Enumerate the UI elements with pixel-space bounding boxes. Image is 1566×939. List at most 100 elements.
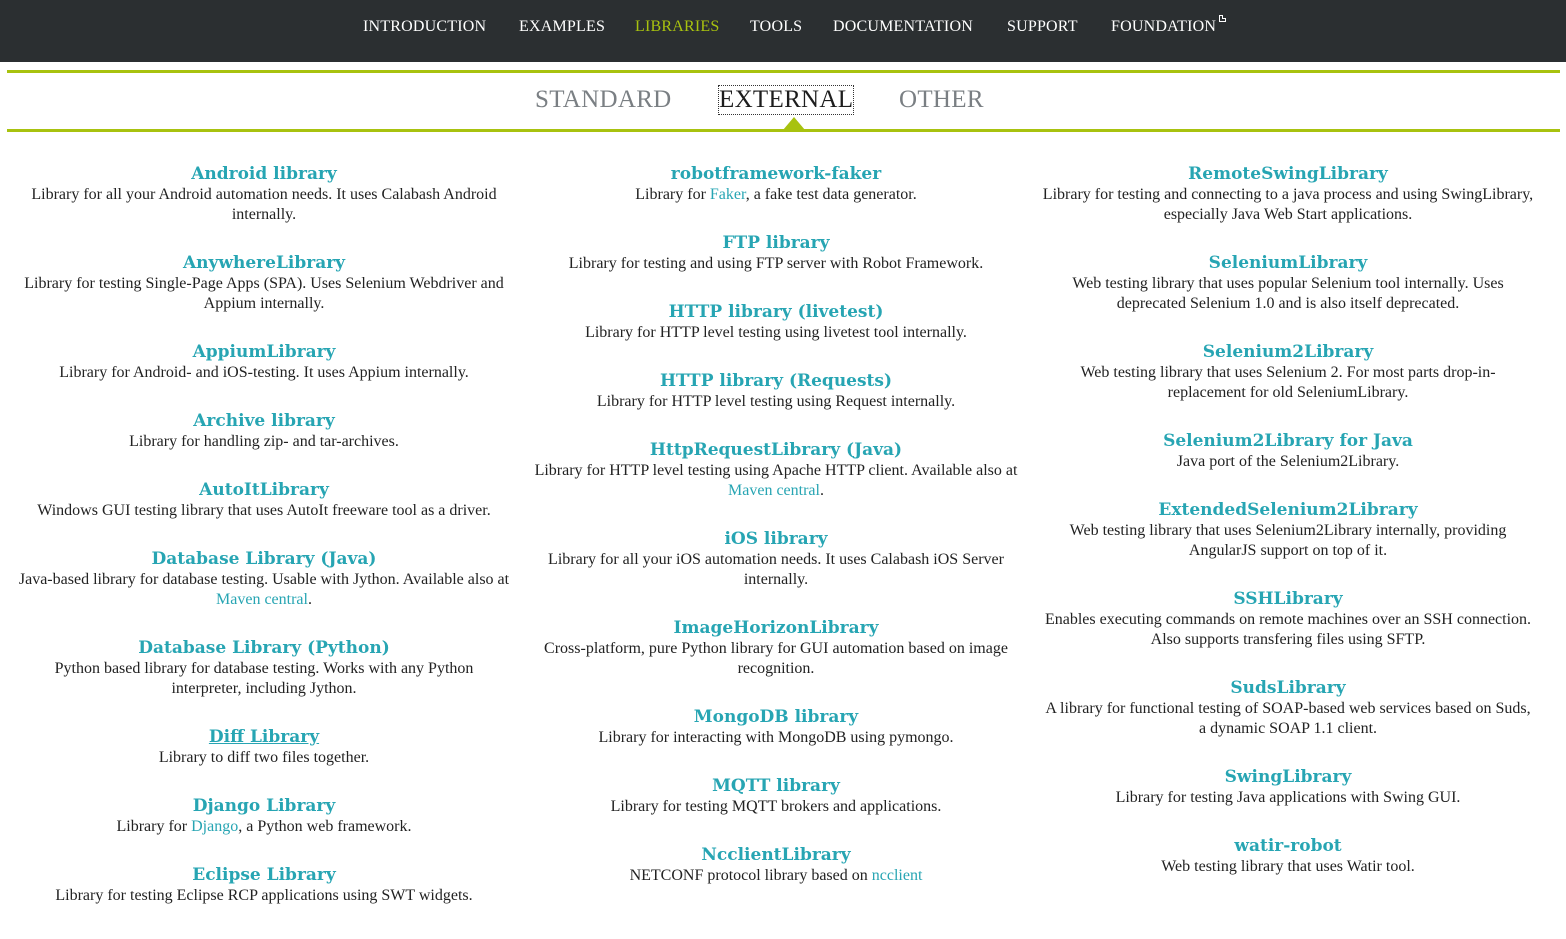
library-description: Java-based library for database testing.… <box>14 570 514 610</box>
library-description: Library for HTTP level testing using Apa… <box>526 461 1026 501</box>
description-text: . <box>307 591 312 608</box>
library-title-link[interactable]: Eclipse Library <box>192 864 336 886</box>
library-item: Selenium2Library Web testing library tha… <box>1038 341 1538 403</box>
library-item: Eclipse Library Library for testing Ecli… <box>14 864 514 906</box>
library-item: watir-robot Web testing library that use… <box>1038 835 1538 877</box>
library-title-link[interactable]: MongoDB library <box>694 706 858 728</box>
library-description: Web testing library that uses Selenium2L… <box>1069 522 1507 559</box>
library-title-link[interactable]: Selenium2Library for Java <box>1163 430 1413 452</box>
description-text: , a fake test data generator. <box>745 186 917 203</box>
description-text: Library for HTTP level testing using Apa… <box>534 462 1018 479</box>
library-title-link[interactable]: Diff Library <box>209 726 319 748</box>
library-description: Library for Faker, a fake test data gene… <box>526 185 1026 205</box>
library-item: RemoteSwingLibrary Library for testing a… <box>1038 163 1538 225</box>
library-title-link[interactable]: HttpRequestLibrary (Java) <box>650 439 902 461</box>
library-title-link[interactable]: Android library <box>191 163 337 185</box>
external-link-icon <box>1219 15 1227 22</box>
nav-foundation-label: FOUNDATION <box>1111 18 1217 35</box>
library-description: Library for Django, a Python web framewo… <box>14 817 514 837</box>
nav-introduction[interactable]: INTRODUCTION <box>363 18 486 36</box>
library-item: Django Library Library for Django, a Pyt… <box>14 795 514 837</box>
library-item: Android library Library for all your And… <box>14 163 514 225</box>
library-title-link[interactable]: MQTT library <box>712 775 840 797</box>
library-description: A library for functional testing of SOAP… <box>1045 700 1531 737</box>
library-description: Web testing library that uses Watir tool… <box>1161 858 1415 875</box>
library-title-link[interactable]: SSHLibrary <box>1233 588 1342 610</box>
library-item: SSHLibrary Enables executing commands on… <box>1038 588 1538 650</box>
library-title-link[interactable]: AutoItLibrary <box>199 479 329 501</box>
subnav-bottom-divider <box>7 129 1560 132</box>
library-item: Diff Library Library to diff two files t… <box>14 726 514 768</box>
library-title-link[interactable]: NcclientLibrary <box>701 844 850 866</box>
nav-documentation[interactable]: DOCUMENTATION <box>833 18 973 36</box>
nav-libraries[interactable]: LIBRARIES <box>635 18 719 36</box>
maven-central-link[interactable]: Maven central <box>216 591 308 608</box>
library-item: robotframework-faker Library for Faker, … <box>526 163 1026 205</box>
library-column-3: RemoteSwingLibrary Library for testing a… <box>1038 163 1538 904</box>
library-column-1: Android library Library for all your And… <box>14 163 514 933</box>
description-text: Java-based library for database testing.… <box>18 571 510 588</box>
library-title-link[interactable]: SwingLibrary <box>1225 766 1352 788</box>
library-description: Library for interacting with MongoDB usi… <box>598 729 954 746</box>
library-title-link[interactable]: AppiumLibrary <box>193 341 336 363</box>
library-description: Library for testing MQTT brokers and app… <box>610 798 942 815</box>
library-title-link[interactable]: Archive library <box>193 410 335 432</box>
library-item: Archive library Library for handling zip… <box>14 410 514 452</box>
description-text: NETCONF protocol library based on <box>629 867 872 884</box>
library-item: AppiumLibrary Library for Android- and i… <box>14 341 514 383</box>
library-title-link[interactable]: watir-robot <box>1234 835 1341 857</box>
library-title-link[interactable]: ImageHorizonLibrary <box>674 617 879 639</box>
library-title-link[interactable]: SudsLibrary <box>1230 677 1345 699</box>
library-item: MQTT library Library for testing MQTT br… <box>526 775 1026 817</box>
library-title-link[interactable]: Django Library <box>193 795 336 817</box>
library-description: Library for all your iOS automation need… <box>548 551 1004 588</box>
library-description: Windows GUI testing library that uses Au… <box>37 502 491 519</box>
library-description: Library for Android- and iOS-testing. It… <box>59 364 469 381</box>
library-description: Library for testing and using FTP server… <box>568 255 984 272</box>
tab-external[interactable]: EXTERNAL <box>717 85 855 115</box>
maven-central-link[interactable]: Maven central <box>728 482 820 499</box>
library-description: Enables executing commands on remote mac… <box>1044 611 1532 648</box>
library-title-link[interactable]: AnywhereLibrary <box>183 252 345 274</box>
library-item: HttpRequestLibrary (Java) Library for HT… <box>526 439 1026 501</box>
description-text: Library for <box>116 818 192 835</box>
library-item: HTTP library (Requests) Library for HTTP… <box>526 370 1026 412</box>
library-description: Library to diff two files together. <box>158 749 370 766</box>
library-title-link[interactable]: HTTP library (livetest) <box>669 301 884 323</box>
library-description: Library for testing Single-Page Apps (SP… <box>24 275 504 312</box>
ncclient-link[interactable]: ncclient <box>872 867 923 884</box>
library-description: Library for HTTP level testing using Req… <box>596 393 956 410</box>
library-item: SeleniumLibrary Web testing library that… <box>1038 252 1538 314</box>
library-description: NETCONF protocol library based on ncclie… <box>526 866 1026 886</box>
library-title-link[interactable]: ExtendedSelenium2Library <box>1158 499 1417 521</box>
library-title-link[interactable]: FTP library <box>722 232 829 254</box>
library-title-link[interactable]: RemoteSwingLibrary <box>1188 163 1388 185</box>
library-title-link[interactable]: robotframework-faker <box>671 163 881 185</box>
library-item: HTTP library (livetest) Library for HTTP… <box>526 301 1026 343</box>
library-title-link[interactable]: SeleniumLibrary <box>1209 252 1368 274</box>
django-link[interactable]: Django <box>191 818 238 835</box>
tab-standard[interactable]: STANDARD <box>535 86 672 114</box>
library-item: AnywhereLibrary Library for testing Sing… <box>14 252 514 314</box>
library-description: Library for testing Java applications wi… <box>1115 789 1461 806</box>
library-description: Python based library for database testin… <box>54 660 474 697</box>
library-description: Web testing library that uses popular Se… <box>1072 275 1504 312</box>
nav-foundation[interactable]: FOUNDATION <box>1111 15 1227 36</box>
nav-tools[interactable]: TOOLS <box>750 18 802 36</box>
faker-link[interactable]: Faker <box>710 186 746 203</box>
tab-other[interactable]: OTHER <box>899 86 984 114</box>
library-item: Database Library (Python) Python based l… <box>14 637 514 699</box>
description-text: . <box>819 482 824 499</box>
library-description: Library for testing and connecting to a … <box>1042 186 1534 223</box>
library-title-link[interactable]: iOS library <box>724 528 827 550</box>
subnav-top-divider <box>7 70 1560 73</box>
library-description: Library for all your Android automation … <box>31 186 497 223</box>
library-title-link[interactable]: Selenium2Library <box>1203 341 1373 363</box>
library-description: Library for handling zip- and tar-archiv… <box>129 433 399 450</box>
library-item: SwingLibrary Library for testing Java ap… <box>1038 766 1538 808</box>
library-title-link[interactable]: Database Library (Python) <box>138 637 390 659</box>
library-title-link[interactable]: Database Library (Java) <box>152 548 377 570</box>
library-title-link[interactable]: HTTP library (Requests) <box>660 370 892 392</box>
nav-examples[interactable]: EXAMPLES <box>519 18 605 36</box>
nav-support[interactable]: SUPPORT <box>1007 18 1078 36</box>
